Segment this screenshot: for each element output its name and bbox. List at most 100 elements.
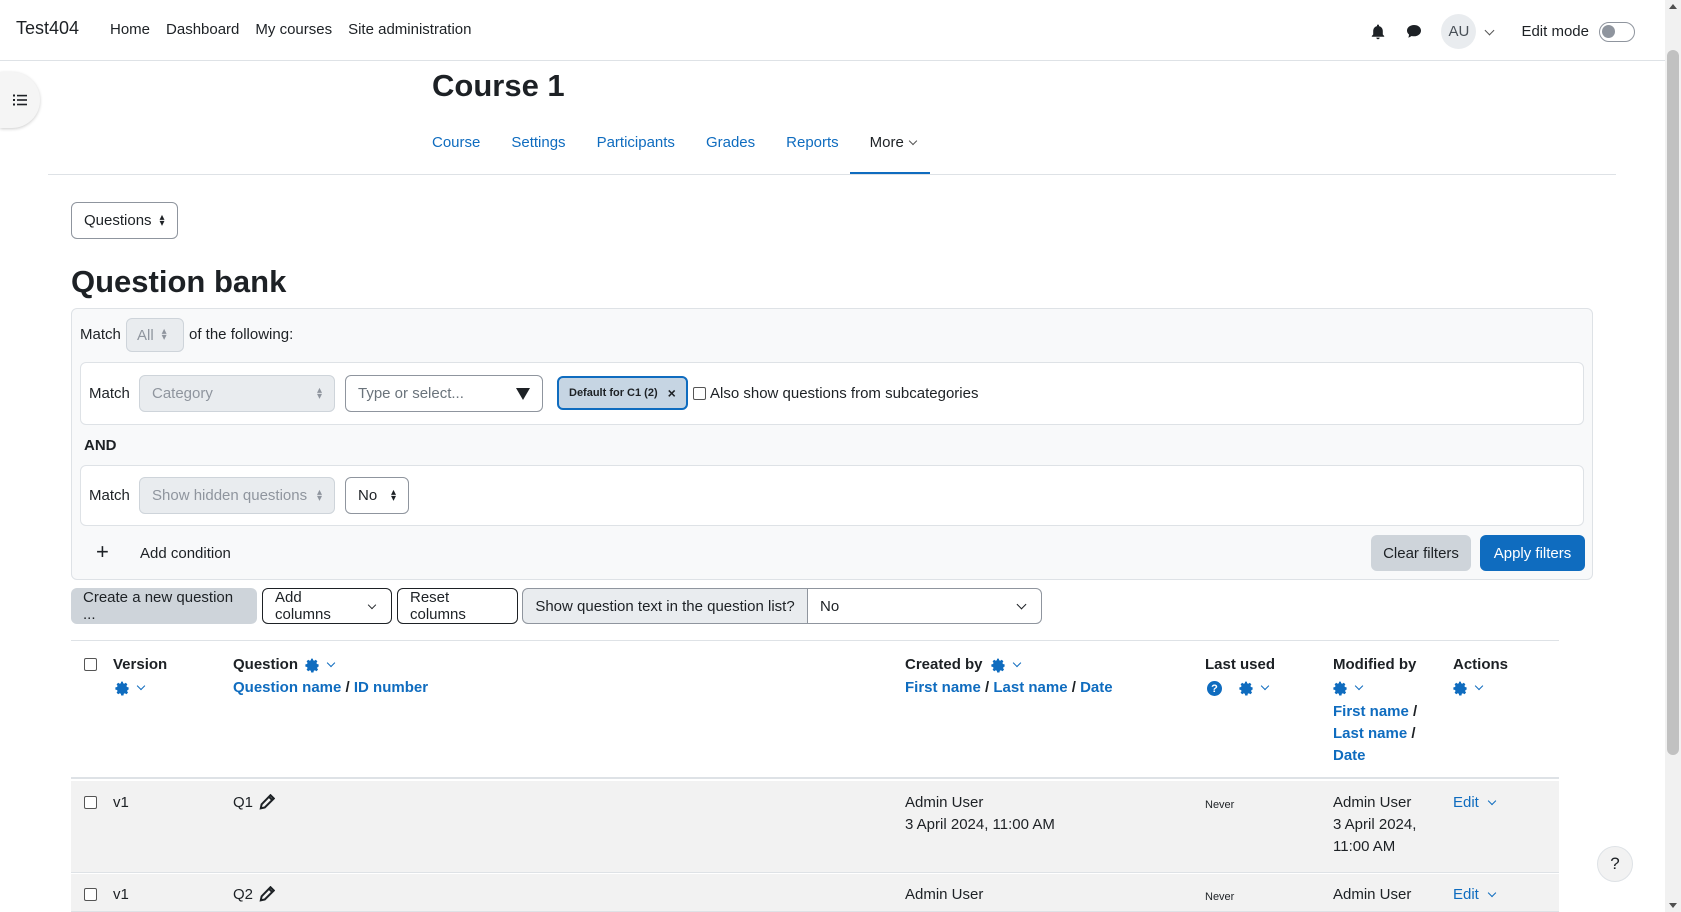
tab-course[interactable]: Course <box>432 134 480 151</box>
tab-reports[interactable]: Reports <box>786 134 839 151</box>
row-created-name: Admin User <box>905 794 984 811</box>
col-question-header[interactable]: Question <box>233 656 298 673</box>
hidden-questions-value: No <box>358 487 378 504</box>
row-version: v1 <box>113 886 129 903</box>
row-modified-name: Admin User <box>1333 886 1412 903</box>
nav-dashboard[interactable]: Dashboard <box>166 21 239 38</box>
chevron-down-icon <box>1354 681 1364 691</box>
row-last-used: Never <box>1205 891 1235 903</box>
subcategories-label: Also show questions from subcategories <box>710 385 979 402</box>
clear-filters-button[interactable]: Clear filters <box>1371 535 1471 571</box>
row-created-name: Admin User <box>905 886 984 903</box>
question-bank-selector-value: Questions <box>84 212 152 229</box>
col-created-by-header[interactable]: Created by <box>905 656 983 673</box>
version-column-menu[interactable] <box>115 679 148 696</box>
apply-filters-button[interactable]: Apply filters <box>1480 535 1585 571</box>
col-actions-header: Actions <box>1453 656 1509 673</box>
reset-columns-button[interactable]: Reset columns <box>397 588 518 624</box>
gear-icon <box>305 658 319 672</box>
selected-category-pill[interactable]: Default for C1 (2) × <box>557 376 688 410</box>
pencil-icon[interactable] <box>259 885 276 906</box>
sort-modified-by: First name / Last name / Date <box>1333 701 1417 767</box>
show-question-text-select[interactable]: No <box>807 588 1042 624</box>
sort-modified-first-name[interactable]: First name <box>1333 703 1409 720</box>
message-icon[interactable] <box>1405 23 1423 41</box>
chevron-down-icon <box>1474 681 1484 691</box>
col-modified-by-header: Modified by <box>1333 656 1417 673</box>
sort-created-first-name[interactable]: First name <box>905 679 981 696</box>
condition-type-select[interactable]: Category ▴ ▾ <box>139 375 335 412</box>
sort-created-date[interactable]: Date <box>1080 679 1113 696</box>
row-created-date: 3 April 2024, 11:00 AM <box>905 816 1055 833</box>
question-bank-selector[interactable]: Questions ▴ ▾ <box>71 202 178 239</box>
row-modified-name: Admin User <box>1333 794 1412 811</box>
tab-more[interactable]: More <box>870 134 920 151</box>
sort-modified-last-name[interactable]: Last name <box>1333 725 1407 742</box>
page-scrollbar[interactable] <box>1665 0 1681 912</box>
edit-mode-toggle[interactable] <box>1599 21 1635 42</box>
row-select-checkbox[interactable] <box>84 888 97 901</box>
actions-column-menu[interactable] <box>1453 679 1486 696</box>
add-condition-button[interactable]: Add condition <box>140 545 231 562</box>
sort-question-name[interactable]: Question name / ID number <box>233 679 428 696</box>
row-modified-by: Admin User 3 April 2024, 11:00 AM <box>1333 792 1416 858</box>
chevron-down-icon <box>1487 796 1497 806</box>
chevron-down-icon <box>136 681 146 691</box>
category-search-placeholder: Type or select... <box>358 385 464 402</box>
sort-question-name-link[interactable]: Question name <box>233 679 341 696</box>
plus-icon[interactable]: + <box>96 541 109 563</box>
last-used-column-menu[interactable] <box>1239 679 1272 696</box>
match-prefix: Match <box>80 326 121 343</box>
subcategories-checkbox[interactable] <box>693 387 706 400</box>
row-modified-date-line1: 3 April 2024, <box>1333 816 1417 833</box>
add-columns-button[interactable]: Add columns <box>262 588 392 624</box>
table-row: v1 Q1 Admin User 3 April 2024, 11:00 AM … <box>71 781 1559 873</box>
category-search-input[interactable]: Type or select... <box>345 375 543 412</box>
select-all-checkbox[interactable] <box>84 658 97 671</box>
row-edit-menu[interactable]: Edit <box>1453 884 1499 906</box>
tab-settings[interactable]: Settings <box>511 134 565 151</box>
col-version-header[interactable]: Version <box>113 656 167 673</box>
sort-created-last-name[interactable]: Last name <box>993 679 1067 696</box>
create-question-button[interactable]: Create a new question ... <box>71 588 257 624</box>
help-icon[interactable]: ? <box>1207 681 1222 696</box>
sort-modified-date[interactable]: Date <box>1333 747 1366 764</box>
nav-my-courses[interactable]: My courses <box>255 21 332 38</box>
chevron-down-icon <box>1016 599 1027 610</box>
help-button[interactable]: ? <box>1597 846 1633 882</box>
header-separator: / <box>1071 679 1076 696</box>
header-separator: / <box>345 679 350 696</box>
condition-type-select[interactable]: Show hidden questions ▴ ▾ <box>139 477 335 514</box>
user-navigation: AU Edit mode <box>1369 14 1635 49</box>
gear-icon <box>1239 681 1253 695</box>
remove-icon[interactable]: × <box>668 385 676 401</box>
row-edit-label: Edit <box>1453 794 1479 811</box>
tab-grades[interactable]: Grades <box>706 134 755 151</box>
scroll-up-arrow-icon[interactable] <box>1669 4 1677 9</box>
nav-site-administration[interactable]: Site administration <box>348 21 471 38</box>
site-brand[interactable]: Test404 <box>16 18 79 39</box>
nav-home[interactable]: Home <box>110 21 150 38</box>
filter-panel: Match All ▴ ▾ of the following: Match Cat… <box>71 308 1593 580</box>
hidden-questions-select[interactable]: No ▴ ▾ <box>345 477 409 514</box>
avatar[interactable]: AU <box>1441 14 1477 49</box>
match-all-select[interactable]: All ▴ ▾ <box>126 318 184 352</box>
sort-id-number-link[interactable]: ID number <box>354 679 428 696</box>
row-question-name: Q1 <box>233 794 254 811</box>
row-modified-date-line2: 11:00 AM <box>1333 838 1396 855</box>
modified-by-column-menu[interactable] <box>1333 679 1366 696</box>
row-select-checkbox[interactable] <box>84 796 97 809</box>
scroll-down-arrow-icon[interactable] <box>1669 903 1677 908</box>
primary-navigation: Home Dashboard My courses Site administr… <box>110 21 488 38</box>
scroll-thumb[interactable] <box>1667 50 1679 755</box>
tab-participants[interactable]: Participants <box>597 134 675 151</box>
question-column-menu[interactable] <box>305 656 338 673</box>
question-table-header: Version Question Question name / ID numb… <box>71 640 1559 779</box>
bell-icon[interactable] <box>1369 23 1387 41</box>
header-divider <box>48 174 1616 175</box>
chevron-down-icon[interactable] <box>1485 25 1495 35</box>
created-by-column-menu[interactable] <box>991 656 1024 673</box>
pencil-icon[interactable] <box>259 793 276 814</box>
course-index-toggle[interactable] <box>0 72 40 128</box>
row-edit-menu[interactable]: Edit <box>1453 792 1499 814</box>
